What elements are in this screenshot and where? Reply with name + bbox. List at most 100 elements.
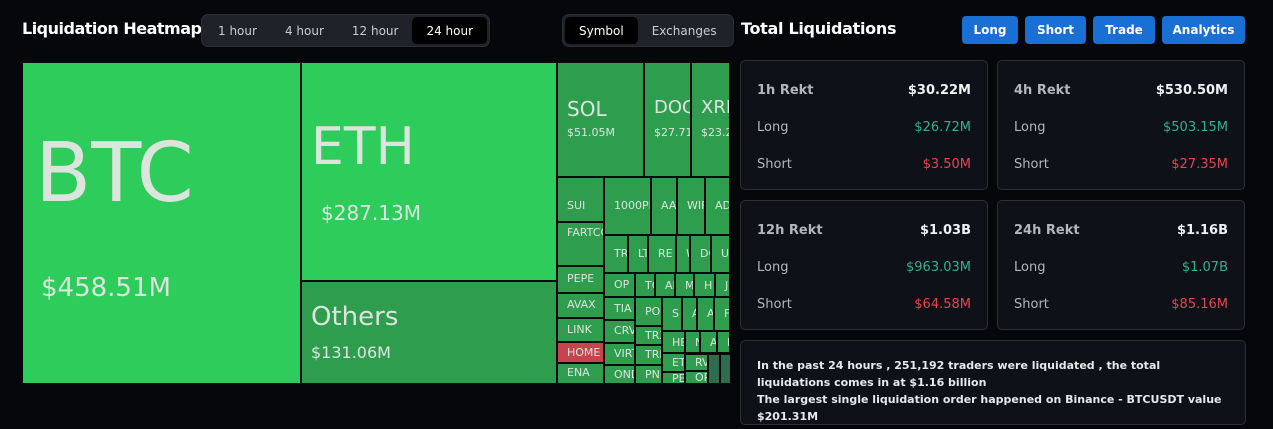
tab-exchanges[interactable]: Exchanges [638, 17, 731, 44]
treemap-cell-tr[interactable]: TR [604, 235, 628, 273]
treemap-cell-pol[interactable]: POL [635, 297, 662, 326]
cell-symbol: Others [311, 302, 399, 332]
long-label: Long [757, 120, 789, 135]
cell-symbol: OR [695, 371, 707, 384]
cell-symbol: CRV [614, 324, 635, 337]
treemap-cell-others[interactable]: Others $131.06M [301, 281, 557, 384]
treemap-cell-link[interactable]: LINK [557, 318, 604, 342]
treemap-cell-fartcoin[interactable]: FARTCOIN [557, 222, 604, 266]
treemap-cell-sol[interactable]: SOL $51.05M [557, 62, 644, 177]
treemap-cell-do[interactable]: DO [690, 235, 711, 273]
cell-symbol: OP [614, 278, 630, 291]
treemap-cell-a[interactable]: A [700, 331, 717, 353]
tab-symbol[interactable]: Symbol [565, 17, 638, 44]
cell-symbol: S [672, 307, 679, 320]
treemap-cell-trx[interactable]: TRX [635, 326, 662, 345]
treemap-cell-et[interactable]: ET [662, 353, 685, 372]
period-label: 4h Rekt [1014, 83, 1071, 98]
trade-button[interactable]: Trade [1093, 16, 1155, 44]
treemap-cell-or[interactable]: OR [685, 371, 708, 384]
treemap-cell-virtual[interactable]: VIRTUAL [604, 343, 635, 365]
liquidation-treemap: BTC $458.51M ETH $287.13M Others $131.06M SOL $… [22, 62, 730, 384]
treemap-cell-avax[interactable]: AVAX [557, 293, 604, 318]
treemap-cell-w[interactable]: W [676, 235, 690, 273]
treemap-cell-ju[interactable]: JU [715, 273, 730, 297]
short-label: Short [757, 157, 792, 172]
short-row: Short $27.35M [1014, 157, 1228, 172]
total-value: $30.22M [907, 83, 971, 98]
cell-symbol: SOL [567, 97, 607, 121]
cell-symbol: A [710, 336, 717, 349]
treemap-cell-aave[interactable]: AAVE [651, 177, 677, 235]
treemap-cell-home[interactable]: HOME [557, 342, 604, 363]
tab-24-hour[interactable]: 24 hour [412, 17, 488, 44]
treemap-cell-ondo[interactable]: ONDO [604, 365, 635, 384]
cell-symbol: PEPE [567, 272, 595, 285]
treemap-cell-other[interactable] [708, 354, 720, 384]
cell-value: $51.05M [567, 126, 615, 139]
rekt-total-row: 1h Rekt $30.22M [757, 83, 971, 98]
treemap-cell-tia[interactable]: TIA [604, 297, 635, 320]
long-row: Long $26.72M [757, 120, 971, 135]
rekt-card: 1h Rekt $30.22M Long $26.72M Short $3.50M [740, 60, 988, 190]
treemap-cell-crv[interactable]: CRV [604, 320, 635, 343]
tab-4-hour[interactable]: 4 hour [271, 17, 338, 44]
treemap-cell-rv[interactable]: RV [685, 354, 708, 371]
treemap-cell-xrp[interactable]: XRP $23.25M [691, 62, 730, 177]
cell-symbol: POL [645, 305, 661, 318]
short-label: Short [757, 297, 792, 312]
tab-12-hour[interactable]: 12 hour [338, 17, 413, 44]
treemap-cell-ada[interactable]: ADA [705, 177, 730, 235]
short-row: Short $3.50M [757, 157, 971, 172]
total-value: $1.03B [919, 223, 971, 238]
treemap-cell-ui[interactable]: UI [711, 235, 730, 273]
treemap-cell-sui[interactable]: SUI [557, 177, 604, 222]
treemap-cell-eth[interactable]: ETH $287.13M [301, 62, 557, 281]
treemap-cell-n[interactable]: N [685, 331, 700, 353]
total-value: $1.16B [1176, 223, 1228, 238]
treemap-cell-ai[interactable]: AI [655, 273, 675, 297]
analytics-button[interactable]: Analytics [1162, 16, 1245, 44]
treemap-cell-m[interactable]: M [675, 273, 694, 297]
treemap-cell-1000pepe[interactable]: 1000PEPE [604, 177, 651, 235]
treemap-cell-re[interactable]: RE [648, 235, 676, 273]
treemap-cell-pepe[interactable]: PEPE [557, 266, 604, 293]
cell-symbol: RE [658, 247, 673, 260]
period-label: 24h Rekt [1014, 223, 1080, 238]
treemap-cell-btc[interactable]: BTC $458.51M [22, 62, 301, 384]
treemap-cell-other[interactable] [720, 354, 730, 384]
short-row: Short $64.58M [757, 297, 971, 312]
treemap-cell-trb[interactable]: TRB [635, 345, 662, 365]
long-label: Long [1014, 260, 1046, 275]
treemap-cell-pe[interactable]: PE [662, 372, 685, 384]
treemap-cell-wif[interactable]: WIF [677, 177, 705, 235]
treemap-cell-e[interactable]: E [717, 331, 730, 353]
liquidation-summary: In the past 24 hours , 251,192 traders w… [740, 340, 1246, 425]
treemap-cell-s[interactable]: S [662, 297, 682, 331]
cell-symbol: E [727, 337, 729, 348]
treemap-cell-lt[interactable]: LT [628, 235, 648, 273]
short-button[interactable]: Short [1025, 16, 1086, 44]
treemap-cell-to[interactable]: TO [635, 273, 655, 297]
page-title: Liquidation Heatmap [22, 19, 202, 38]
cell-symbol: TO [645, 279, 654, 292]
tab-1-hour[interactable]: 1 hour [204, 17, 271, 44]
period-label: 1h Rekt [757, 83, 814, 98]
treemap-cell-f[interactable]: F [714, 297, 730, 331]
cell-symbol: ENA [567, 366, 590, 379]
treemap-cell-doge[interactable]: DOGE $27.71M [644, 62, 691, 177]
long-button[interactable]: Long [962, 16, 1018, 44]
treemap-cell-h[interactable]: H [694, 273, 715, 297]
treemap-cell-a[interactable]: A [697, 297, 714, 331]
treemap-cell-hb[interactable]: HB [662, 331, 685, 353]
treemap-cell-pnut[interactable]: PNUT [635, 365, 662, 384]
long-value: $1.07B [1181, 260, 1228, 275]
cell-symbol: M [685, 279, 694, 292]
short-value: $3.50M [922, 157, 971, 172]
treemap-cell-a[interactable]: A [682, 297, 697, 331]
cell-symbol: BTC [35, 126, 194, 221]
treemap-cell-ena[interactable]: ENA [557, 363, 604, 384]
treemap-cell-op[interactable]: OP [604, 273, 635, 297]
cell-symbol: DO [700, 247, 710, 260]
cell-value: $131.06M [311, 343, 391, 362]
